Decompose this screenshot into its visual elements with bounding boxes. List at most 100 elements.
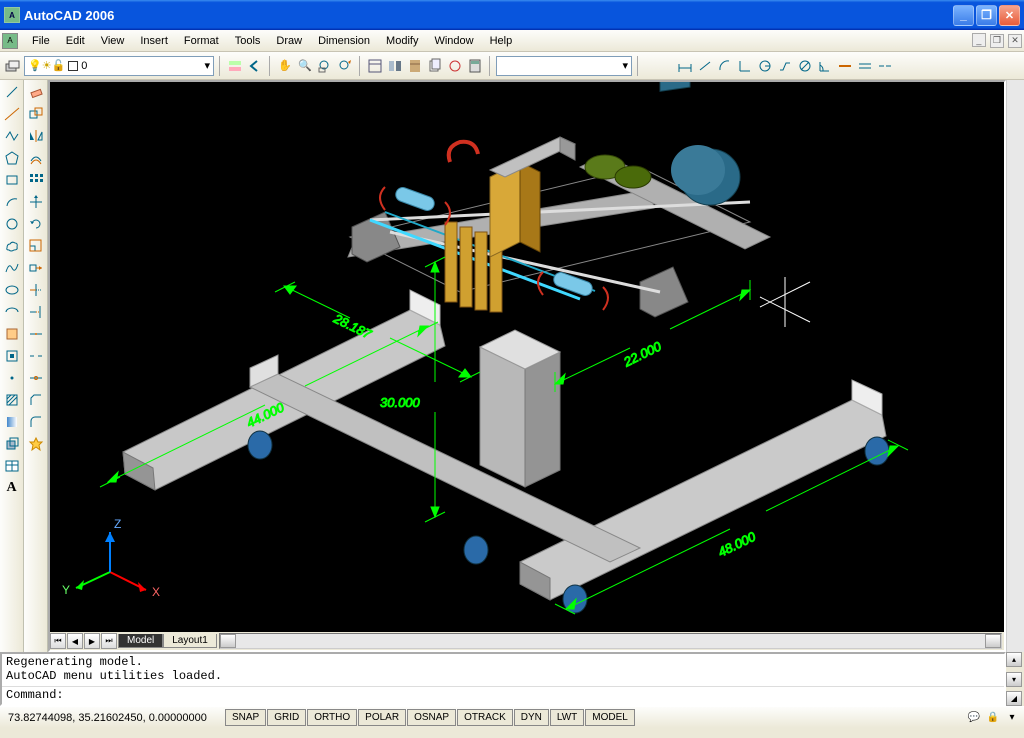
tab-first-icon[interactable]: ⏮ (50, 633, 66, 649)
scale-icon[interactable] (26, 236, 46, 256)
toggle-snap[interactable]: SNAP (225, 709, 266, 726)
dim-continue-icon[interactable] (876, 57, 894, 75)
menu-tools[interactable]: Tools (227, 32, 269, 50)
trim-icon[interactable] (26, 280, 46, 300)
menu-format[interactable]: Format (176, 32, 227, 50)
maximize-button[interactable]: ❐ (976, 5, 997, 26)
polygon-icon[interactable] (2, 148, 22, 168)
rotate-icon[interactable] (26, 214, 46, 234)
command-input[interactable]: Command: (2, 686, 1004, 704)
extend-icon[interactable] (26, 302, 46, 322)
array-icon[interactable] (26, 170, 46, 190)
zoom-realtime-icon[interactable]: 🔍 (296, 57, 314, 75)
region-icon[interactable] (2, 434, 22, 454)
construction-line-icon[interactable] (2, 104, 22, 124)
tray-settings-icon[interactable]: ▾ (1004, 711, 1020, 725)
toggle-osnap[interactable]: OSNAP (407, 709, 456, 726)
circle-icon[interactable] (2, 214, 22, 234)
layer-combo[interactable]: 💡 ☀ 🔓 0 ▾ (24, 56, 214, 76)
tab-prev-icon[interactable]: ◀ (67, 633, 83, 649)
spline-icon[interactable] (2, 258, 22, 278)
menu-window[interactable]: Window (426, 32, 481, 50)
tool-palettes-icon[interactable] (406, 57, 424, 75)
zoom-previous-icon[interactable] (336, 57, 354, 75)
menu-help[interactable]: Help (482, 32, 521, 50)
menu-view[interactable]: View (93, 32, 133, 50)
insert-block-icon[interactable] (2, 324, 22, 344)
menu-insert[interactable]: Insert (132, 32, 176, 50)
markup-icon[interactable] (446, 57, 464, 75)
dim-angular-icon[interactable] (816, 57, 834, 75)
mdi-close-icon[interactable]: ✕ (1008, 34, 1022, 48)
scroll-up-icon[interactable]: ▴ (1006, 652, 1022, 667)
explode-icon[interactable] (26, 434, 46, 454)
move-icon[interactable] (26, 192, 46, 212)
comm-center-icon[interactable]: 💬 (966, 711, 982, 725)
mtext-icon[interactable]: A (2, 478, 22, 498)
quickcalc-icon[interactable] (466, 57, 484, 75)
point-icon[interactable] (2, 368, 22, 388)
sheet-set-icon[interactable] (426, 57, 444, 75)
menu-file[interactable]: File (24, 32, 58, 50)
cmd-grip-icon[interactable]: ◢ (1006, 691, 1022, 706)
horizontal-scrollbar[interactable] (219, 633, 1002, 649)
toggle-model[interactable]: MODEL (585, 709, 635, 726)
toggle-lwt[interactable]: LWT (550, 709, 584, 726)
pan-icon[interactable]: ✋ (276, 57, 294, 75)
minimize-button[interactable]: _ (953, 5, 974, 26)
dim-jogged-icon[interactable] (776, 57, 794, 75)
dim-radius-icon[interactable] (756, 57, 774, 75)
dim-aligned-icon[interactable] (696, 57, 714, 75)
mdi-minimize-icon[interactable]: _ (972, 33, 986, 47)
polyline-icon[interactable] (2, 126, 22, 146)
quick-dim-icon[interactable] (836, 57, 854, 75)
dim-diameter-icon[interactable] (796, 57, 814, 75)
dim-ordinate-icon[interactable] (736, 57, 754, 75)
ellipse-icon[interactable] (2, 280, 22, 300)
chamfer-icon[interactable] (26, 390, 46, 410)
close-button[interactable]: ✕ (999, 5, 1020, 26)
menu-dimension[interactable]: Dimension (310, 32, 378, 50)
toggle-dyn[interactable]: DYN (514, 709, 549, 726)
tab-last-icon[interactable]: ⏭ (101, 633, 117, 649)
toggle-ortho[interactable]: ORTHO (307, 709, 357, 726)
rectangle-icon[interactable] (2, 170, 22, 190)
tab-next-icon[interactable]: ▶ (84, 633, 100, 649)
tab-layout1[interactable]: Layout1 (163, 634, 217, 648)
color-combo[interactable]: ▾ (496, 56, 632, 76)
design-center-icon[interactable] (386, 57, 404, 75)
line-icon[interactable] (2, 82, 22, 102)
drawing-canvas[interactable]: X Y Z (50, 82, 1004, 632)
menu-modify[interactable]: Modify (378, 32, 426, 50)
fillet-icon[interactable] (26, 412, 46, 432)
layer-properties-icon[interactable] (4, 57, 22, 75)
gradient-icon[interactable] (2, 412, 22, 432)
properties-icon[interactable] (366, 57, 384, 75)
layer-states-icon[interactable] (226, 57, 244, 75)
table-icon[interactable] (2, 456, 22, 476)
revcloud-icon[interactable] (2, 236, 22, 256)
menu-draw[interactable]: Draw (268, 32, 310, 50)
toggle-grid[interactable]: GRID (267, 709, 306, 726)
hatch-icon[interactable] (2, 390, 22, 410)
tab-model[interactable]: Model (118, 634, 163, 648)
menu-edit[interactable]: Edit (58, 32, 93, 50)
mdi-restore-icon[interactable]: ❐ (990, 34, 1004, 48)
scroll-down-icon[interactable]: ▾ (1006, 672, 1022, 687)
erase-icon[interactable] (26, 82, 46, 102)
ellipse-arc-icon[interactable] (2, 302, 22, 322)
toggle-polar[interactable]: POLAR (358, 709, 406, 726)
break-at-point-icon[interactable] (26, 324, 46, 344)
toggle-otrack[interactable]: OTRACK (457, 709, 513, 726)
dim-baseline-icon[interactable] (856, 57, 874, 75)
copy-icon[interactable] (26, 104, 46, 124)
document-icon[interactable]: A (2, 33, 18, 49)
lock-icon[interactable]: 🔒 (985, 711, 1001, 725)
layer-previous-icon[interactable] (246, 57, 264, 75)
offset-icon[interactable] (26, 148, 46, 168)
vertical-scrollbar[interactable] (1006, 80, 1024, 652)
break-icon[interactable] (26, 346, 46, 366)
dim-arc-icon[interactable] (716, 57, 734, 75)
dim-linear-icon[interactable] (676, 57, 694, 75)
make-block-icon[interactable] (2, 346, 22, 366)
